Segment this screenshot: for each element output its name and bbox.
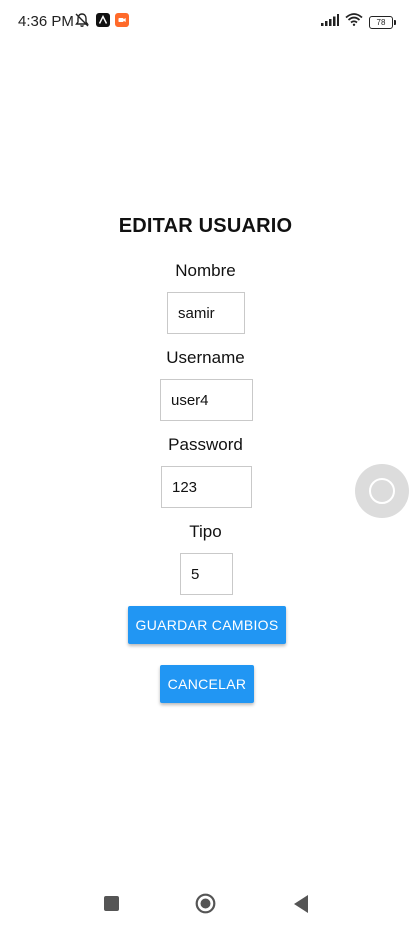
nombre-label: Nombre [175, 261, 236, 280]
mute-icon [74, 12, 91, 28]
save-changes-button[interactable]: GUARDAR CAMBIOS [128, 606, 286, 644]
signal-icon [321, 13, 339, 31]
status-icons-left [74, 12, 129, 28]
username-label: Username [166, 348, 245, 367]
password-input[interactable] [161, 466, 252, 508]
nombre-input[interactable] [167, 292, 245, 334]
nav-bar [0, 880, 411, 931]
tipo-input[interactable] [180, 553, 233, 595]
recent-apps-icon[interactable] [104, 896, 119, 911]
home-icon[interactable] [195, 893, 216, 914]
assistive-touch-ring [369, 478, 395, 504]
page-title: EDITAR USUARIO [118, 215, 293, 237]
cancel-button[interactable]: CANCELAR [160, 665, 254, 703]
app-icon [115, 13, 129, 27]
status-bar: 4:36 PM 78 [0, 0, 411, 44]
app-icon [96, 13, 110, 27]
tipo-label: Tipo [189, 522, 222, 541]
battery-icon: 78 [369, 15, 396, 29]
username-input[interactable] [160, 379, 253, 421]
back-icon[interactable] [293, 894, 309, 914]
status-time: 4:36 PM [18, 13, 74, 30]
wifi-icon [345, 13, 363, 31]
status-icons-right: 78 [321, 13, 396, 31]
password-label: Password [168, 435, 243, 454]
assistive-touch-icon[interactable] [355, 464, 409, 518]
